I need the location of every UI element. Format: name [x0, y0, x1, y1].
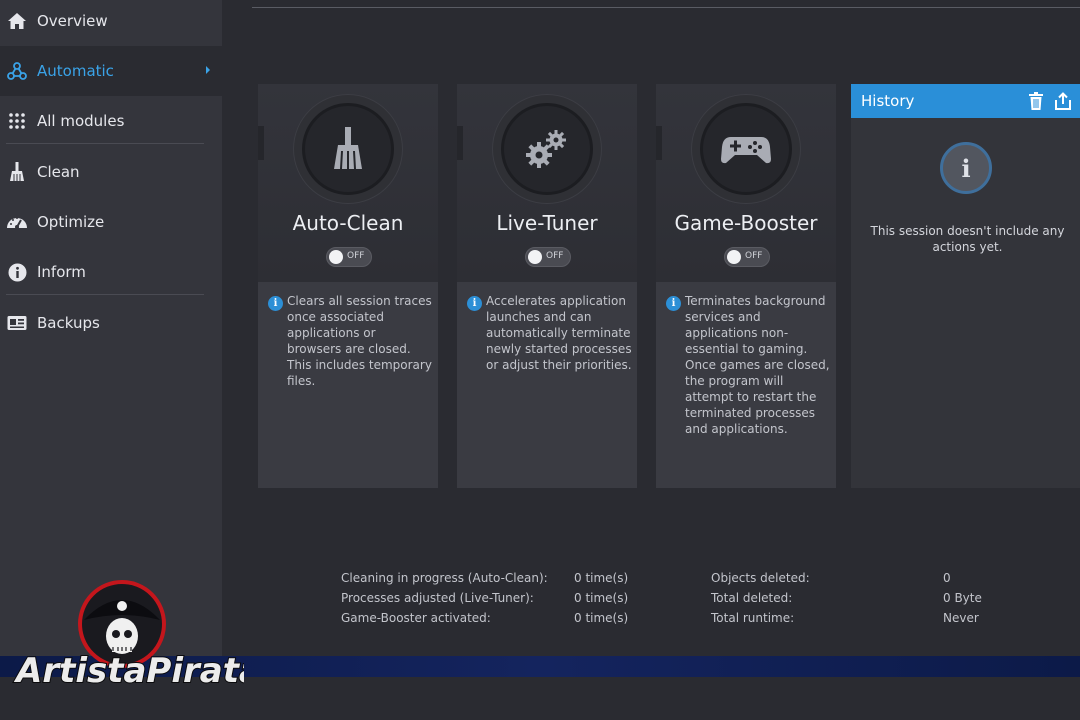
stat-label: Cleaning in progress (Auto-Clean): — [341, 571, 548, 585]
game-booster-toggle[interactable]: OFF — [724, 247, 770, 267]
sidebar-item-optimize[interactable]: Optimize — [0, 197, 222, 247]
live-tuner-card: Live-Tuner OFF i Accelerates application… — [457, 84, 637, 488]
sidebar-item-automatic[interactable]: Automatic — [0, 46, 222, 96]
sidebar-item-label: All modules — [37, 112, 125, 130]
stat-label: Objects deleted: — [711, 571, 810, 585]
history-empty-text: This session doesn't include any actions… — [870, 224, 1065, 254]
history-header: History — [851, 84, 1080, 118]
info-icon: i — [940, 142, 992, 194]
backup-icon — [6, 312, 28, 334]
gauge-icon — [6, 211, 28, 233]
watermark-logo: ArtistaPirata — [12, 580, 263, 710]
card-title: Game-Booster — [674, 211, 818, 235]
sidebar-item-backups[interactable]: Backups — [0, 298, 222, 348]
info-icon: i — [666, 296, 681, 311]
card-description: Accelerates application launches and can… — [486, 294, 632, 372]
toggle-knob — [727, 250, 741, 264]
auto-clean-toggle[interactable]: OFF — [326, 247, 372, 267]
card-notch — [656, 126, 662, 160]
header-divider — [252, 7, 1080, 8]
export-icon[interactable] — [1054, 92, 1072, 110]
stat-value: 0 Byte — [943, 591, 982, 605]
gears-icon — [526, 130, 566, 168]
caret-right-icon — [206, 66, 210, 74]
info-icon: i — [467, 296, 482, 311]
info-icon — [6, 261, 28, 283]
watermark-text: ArtistaPirata — [13, 651, 244, 691]
sidebar-item-label: Optimize — [37, 213, 105, 231]
game-booster-card: Game-Booster OFF i Terminates background… — [656, 84, 836, 488]
stat-value: 0 — [943, 571, 951, 585]
sidebar-item-all-modules[interactable]: All modules — [0, 96, 222, 146]
stat-value: 0 time(s) — [574, 611, 629, 625]
grid-icon — [6, 110, 28, 132]
stat-value: 0 time(s) — [574, 571, 629, 585]
divider — [6, 294, 204, 295]
stat-value: 0 time(s) — [574, 591, 629, 605]
sidebar-item-label: Inform — [37, 263, 86, 281]
trash-icon[interactable] — [1028, 92, 1046, 110]
sidebar-item-label: Backups — [37, 314, 100, 332]
stat-label: Total deleted: — [711, 591, 793, 605]
sidebar-item-inform[interactable]: Inform — [0, 247, 222, 297]
sidebar: Overview Automatic All modules Clean Opt… — [0, 0, 222, 658]
toggle-state: OFF — [546, 251, 564, 261]
live-tuner-toggle[interactable]: OFF — [525, 247, 571, 267]
sidebar-item-label: Clean — [37, 163, 80, 181]
network-icon — [6, 60, 28, 82]
divider — [6, 143, 204, 144]
toggle-state: OFF — [347, 251, 365, 261]
card-description: Terminates background services and appli… — [685, 294, 830, 436]
module-icon-ring — [492, 94, 602, 204]
stat-label: Processes adjusted (Live-Tuner): — [341, 591, 534, 605]
stat-label: Game-Booster activated: — [341, 611, 491, 625]
sidebar-item-overview[interactable]: Overview — [0, 0, 222, 46]
info-icon: i — [268, 296, 283, 311]
broom-icon — [334, 127, 362, 170]
home-icon — [6, 10, 28, 32]
card-description: Clears all session traces once associate… — [287, 294, 432, 388]
sidebar-item-label: Automatic — [37, 62, 114, 80]
sidebar-item-label: Overview — [37, 12, 108, 30]
stat-value: Never — [943, 611, 979, 625]
stat-label: Total runtime: — [711, 611, 795, 625]
toggle-knob — [528, 250, 542, 264]
toggle-state: OFF — [745, 251, 763, 261]
card-title: Live-Tuner — [496, 211, 598, 235]
history-panel: History i This session doesn't include a… — [851, 84, 1080, 488]
module-icon-ring — [293, 94, 403, 204]
gamepad-icon — [721, 137, 771, 164]
sidebar-item-clean[interactable]: Clean — [0, 147, 222, 197]
card-notch — [457, 126, 463, 160]
history-title: History — [861, 92, 915, 110]
auto-clean-card: Auto-Clean OFF i Clears all session trac… — [258, 84, 438, 488]
broom-icon — [6, 161, 28, 183]
card-notch — [258, 126, 264, 160]
module-icon-ring — [691, 94, 801, 204]
toggle-knob — [329, 250, 343, 264]
card-title: Auto-Clean — [292, 211, 404, 235]
